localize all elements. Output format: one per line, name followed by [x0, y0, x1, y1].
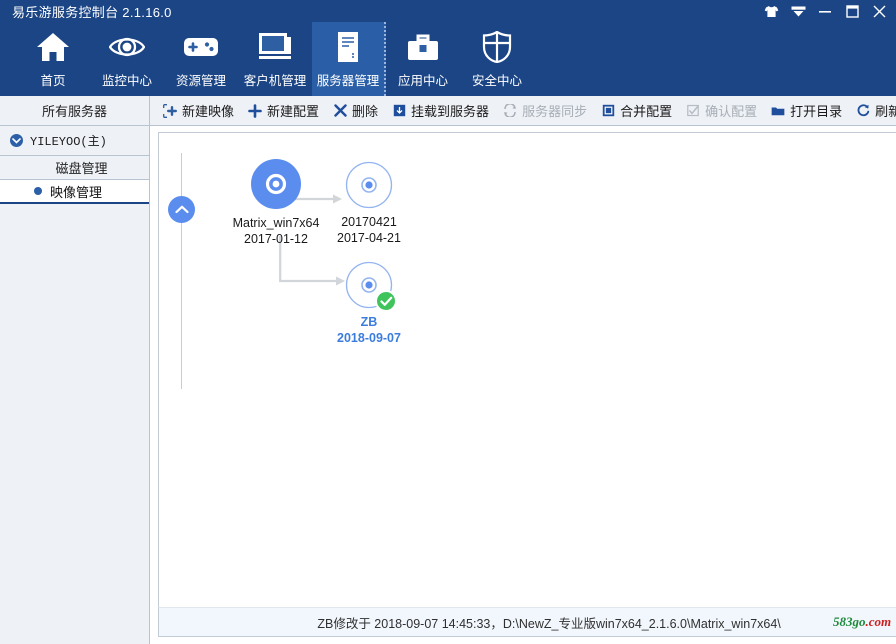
status-text: ZB修改于 2018-09-07 14:45:33，D:\NewZ_专业版win…: [317, 616, 781, 631]
image-node-zb[interactable]: ZB 2018-09-07: [304, 261, 434, 346]
server-icon: [329, 30, 367, 64]
sidebar-header: 所有服务器: [0, 96, 149, 126]
bullet-icon: [34, 187, 42, 195]
nav-item-servers[interactable]: 服务器管理: [312, 22, 386, 96]
shield-icon: [478, 30, 516, 64]
folder-icon: [771, 104, 785, 118]
sync-icon: [503, 104, 517, 118]
watermark-name: 583go: [833, 614, 866, 629]
nav-item-monitor[interactable]: 监控中心: [90, 22, 164, 96]
dropdown-icon[interactable]: [789, 2, 807, 20]
merge-config-label: 合并配置: [620, 104, 673, 119]
main-content: 新建映像 新建配置 删除 挂载到服务器 服务器同步 合并配置 确认配置 打开目录…: [150, 96, 896, 644]
new-image-label: 新建映像: [182, 104, 235, 119]
toolbar: 新建映像 新建配置 删除 挂载到服务器 服务器同步 合并配置 确认配置 打开目录…: [150, 96, 896, 126]
mount-to-server-label: 挂载到服务器: [411, 104, 490, 119]
disc-outline-icon: [345, 261, 397, 314]
window-controls: [762, 2, 896, 20]
new-image-button[interactable]: 新建映像: [156, 98, 241, 124]
sidebar-group-label: 磁盘管理: [55, 161, 108, 176]
body-region: 所有服务器 YILEYOO(主) 磁盘管理 映像管理 新建映像 新建配置 删除 …: [0, 96, 896, 644]
status-badge-active-icon: [375, 290, 397, 312]
sidebar: 所有服务器 YILEYOO(主) 磁盘管理 映像管理: [0, 96, 150, 644]
title-bar: 易乐游服务控制台 2.1.16.0: [0, 0, 896, 22]
merge-config-button[interactable]: 合并配置: [594, 98, 679, 124]
image-node-date: 2018-09-07: [337, 331, 401, 345]
new-config-button[interactable]: 新建配置: [241, 98, 326, 124]
image-node-date: 2017-04-21: [337, 231, 401, 245]
watermark-tld: .com: [865, 614, 892, 629]
sidebar-item-server[interactable]: YILEYOO(主): [0, 126, 149, 156]
gamepad-icon: [182, 30, 220, 64]
delete-label: 删除: [352, 104, 379, 119]
sidebar-filler: [0, 204, 149, 644]
sidebar-item-label: 映像管理: [50, 184, 103, 200]
new-image-icon: [163, 103, 177, 118]
close-icon[interactable]: [870, 2, 888, 20]
maximize-icon[interactable]: [843, 2, 861, 20]
nav-label-monitor: 监控中心: [101, 74, 152, 88]
collapse-toggle-button[interactable]: [168, 196, 195, 223]
nav-label-servers: 服务器管理: [316, 74, 380, 88]
sidebar-group-disk[interactable]: 磁盘管理: [0, 156, 149, 180]
confirm-config-label: 确认配置: [705, 104, 758, 119]
disc-filled-icon: [250, 158, 302, 215]
image-tree: Matrix_win7x64 2017-01-12 20170421 2017-…: [159, 133, 896, 607]
refresh-label: 刷新: [875, 104, 896, 119]
image-node-name: ZB: [360, 315, 378, 329]
toolbox-icon: [404, 30, 442, 64]
main-navigation: 首页 监控中心 资源管理 客户机管理 服务器管理 应用中心 安全中心: [0, 22, 896, 96]
server-sync-button[interactable]: 服务器同步: [496, 98, 594, 124]
image-tree-panel: Matrix_win7x64 2017-01-12 20170421 2017-…: [158, 132, 896, 607]
refresh-button[interactable]: 刷新: [849, 98, 896, 124]
refresh-icon: [856, 104, 870, 118]
merge-icon: [601, 104, 615, 118]
chevron-up-icon: [174, 205, 189, 214]
status-bar: ZB修改于 2018-09-07 14:45:33，D:\NewZ_专业版win…: [158, 607, 896, 637]
mount-to-server-button[interactable]: 挂载到服务器: [385, 98, 496, 124]
delete-button[interactable]: 删除: [326, 98, 385, 124]
delete-x-icon: [333, 104, 347, 118]
image-node-20170421[interactable]: 20170421 2017-04-21: [304, 161, 434, 246]
open-directory-label: 打开目录: [790, 104, 843, 119]
plus-icon: [248, 103, 262, 118]
image-node-name: 20170421: [341, 215, 397, 229]
eye-icon: [108, 30, 146, 64]
nav-item-home[interactable]: 首页: [16, 22, 90, 96]
nav-item-clients[interactable]: 客户机管理: [238, 22, 312, 96]
disc-outline-icon: [345, 161, 393, 214]
nav-label-clients: 客户机管理: [243, 74, 307, 88]
application-window: 易乐游服务控制台 2.1.16.0 首页 监控中心 资源管理 客户机管理 服务器…: [0, 0, 896, 644]
minimize-icon[interactable]: [816, 2, 834, 20]
tree-trunk-line: [181, 153, 182, 389]
new-config-label: 新建配置: [267, 104, 320, 119]
watermark: 583go.com: [833, 614, 891, 630]
confirm-config-button[interactable]: 确认配置: [679, 98, 764, 124]
mount-icon: [392, 104, 406, 118]
chevron-down-icon: [10, 134, 23, 147]
window-title: 易乐游服务控制台 2.1.16.0: [12, 4, 172, 20]
sidebar-server-label: YILEYOO(主): [30, 135, 107, 149]
open-directory-button[interactable]: 打开目录: [764, 98, 849, 124]
monitor-icon: [256, 30, 294, 64]
nav-item-resources[interactable]: 资源管理: [164, 22, 238, 96]
sidebar-item-images[interactable]: 映像管理: [0, 180, 149, 204]
nav-label-resources: 资源管理: [175, 74, 226, 88]
nav-label-security: 安全中心: [471, 74, 522, 88]
confirm-check-icon: [686, 104, 700, 118]
nav-label-apps: 应用中心: [397, 74, 448, 88]
server-sync-label: 服务器同步: [522, 104, 588, 119]
skin-icon[interactable]: [762, 2, 780, 20]
nav-label-home: 首页: [40, 74, 66, 88]
nav-item-apps[interactable]: 应用中心: [386, 22, 460, 96]
home-icon: [34, 30, 72, 64]
nav-item-security[interactable]: 安全中心: [460, 22, 534, 96]
